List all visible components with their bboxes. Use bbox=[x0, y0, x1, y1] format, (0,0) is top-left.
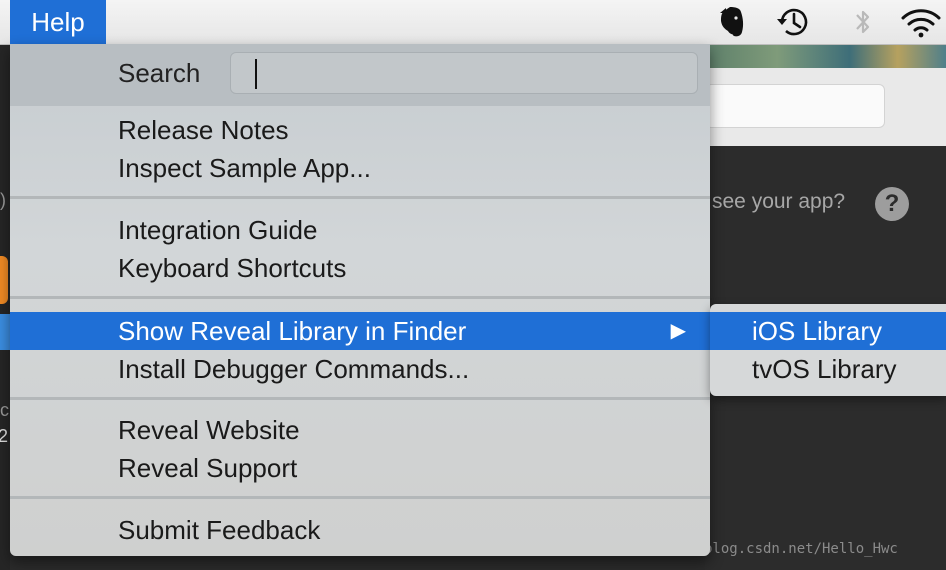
help-menu: Search Release Notes Inspect Sample App.… bbox=[10, 44, 710, 556]
menu-item-reveal-website[interactable]: Reveal Website bbox=[10, 411, 710, 449]
bluetooth-icon[interactable] bbox=[848, 2, 878, 42]
submenu-item-tvos-library[interactable]: tvOS Library bbox=[710, 350, 946, 388]
watermark: blog.csdn.net/Hello_Hwc bbox=[704, 541, 898, 557]
background-app-icon bbox=[0, 256, 8, 304]
help-menu-title[interactable]: Help bbox=[10, 0, 106, 44]
background-left-fragment: 2) bbox=[0, 190, 7, 210]
time-machine-icon[interactable] bbox=[772, 2, 814, 42]
menu-separator bbox=[10, 296, 710, 299]
reveal-library-submenu: iOS Library tvOS Library bbox=[710, 304, 946, 396]
menu-item-label: Show Reveal Library in Finder bbox=[118, 316, 467, 346]
submenu-arrow-icon: ▶ bbox=[670, 320, 686, 342]
menu-separator bbox=[10, 397, 710, 400]
background-left-edge bbox=[0, 44, 10, 570]
search-input[interactable] bbox=[230, 52, 698, 94]
menu-bar: Help bbox=[0, 0, 946, 45]
evernote-icon[interactable] bbox=[714, 2, 750, 42]
menu-item-submit-feedback[interactable]: Submit Feedback bbox=[10, 511, 710, 549]
background-search-field[interactable] bbox=[705, 84, 885, 128]
menu-item-inspect-sample-app[interactable]: Inspect Sample App... bbox=[10, 149, 710, 187]
search-label: Search bbox=[118, 58, 201, 88]
submenu-item-ios-library[interactable]: iOS Library bbox=[710, 312, 946, 350]
menu-separator bbox=[10, 196, 710, 199]
background-artwork bbox=[705, 44, 946, 68]
menu-item-reveal-support[interactable]: Reveal Support bbox=[10, 449, 710, 487]
menu-item-integration-guide[interactable]: Integration Guide bbox=[10, 211, 710, 249]
menu-search-row: Search bbox=[10, 44, 710, 106]
menu-item-install-debugger-commands[interactable]: Install Debugger Commands... bbox=[10, 350, 710, 388]
help-icon[interactable]: ? bbox=[875, 187, 909, 221]
menu-item-release-notes[interactable]: Release Notes bbox=[10, 111, 710, 149]
background-left-fragment: uc bbox=[0, 400, 10, 420]
background-prompt: see your app? bbox=[712, 190, 846, 213]
text-caret bbox=[255, 59, 257, 89]
menu-item-keyboard-shortcuts[interactable]: Keyboard Shortcuts bbox=[10, 249, 710, 287]
background-left-fragment: 2 bbox=[0, 426, 9, 446]
menu-separator bbox=[10, 496, 710, 499]
menu-item-show-reveal-library[interactable]: Show Reveal Library in Finder ▶ bbox=[10, 312, 710, 350]
wifi-icon[interactable] bbox=[898, 2, 944, 42]
background-selected-row bbox=[0, 314, 10, 350]
